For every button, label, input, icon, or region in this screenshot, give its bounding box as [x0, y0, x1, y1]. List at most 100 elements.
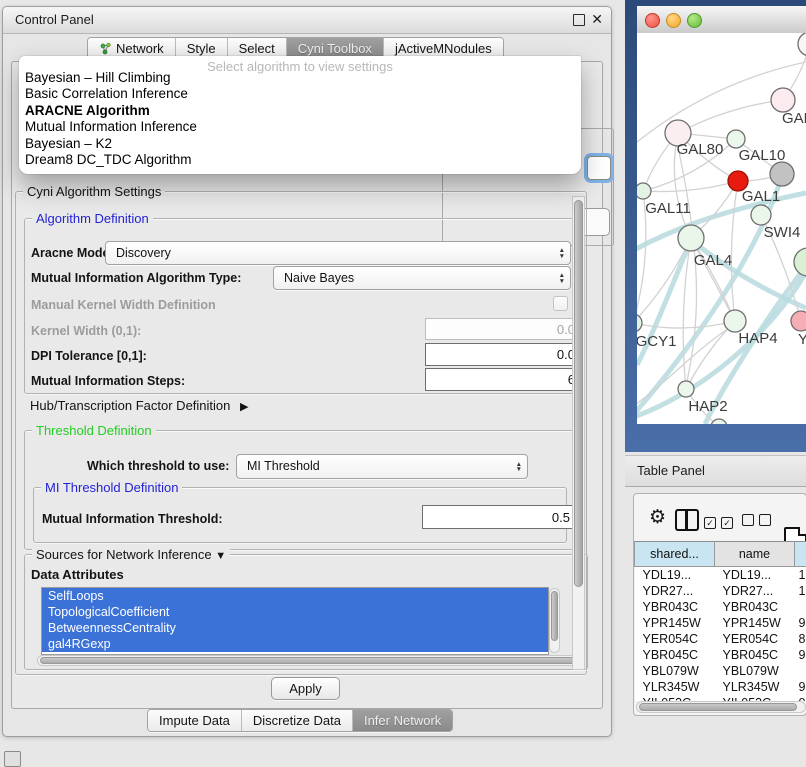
algorithm-option-bayesian-hill-climbing[interactable]: Bayesian – Hill Climbing: [25, 70, 575, 86]
network-node-gal[interactable]: [771, 88, 795, 112]
table-row[interactable]: YBR045CYBR045C9.: [635, 647, 806, 663]
aracne-mode-select[interactable]: Discovery ▲▼: [105, 241, 571, 265]
attribute-item-topologicalcoefficient[interactable]: TopologicalCoefficient: [42, 604, 548, 620]
sources-group-title[interactable]: Sources for Network Inference ▼: [32, 547, 230, 562]
algorithm-option-basic-correlation-inference[interactable]: Basic Correlation Inference: [25, 86, 575, 102]
float-window-icon[interactable]: [573, 14, 585, 26]
algorithm-option-mutual-information-inference[interactable]: Mutual Information Inference: [25, 119, 575, 135]
attribute-item-gal4rgexp[interactable]: gal4RGexp: [42, 636, 548, 652]
node-label: GAL: [782, 110, 806, 127]
network-node-hap4[interactable]: [724, 310, 746, 332]
split-columns-icon[interactable]: [675, 509, 699, 531]
table-cell: 8.: [795, 631, 806, 647]
network-edge[interactable]: [731, 181, 738, 321]
apply-button[interactable]: Apply: [271, 677, 340, 700]
network-node-gal10[interactable]: [727, 130, 745, 148]
tab-infer-network[interactable]: Infer Network: [353, 710, 452, 731]
gear-icon[interactable]: ⚙: [649, 508, 666, 528]
table-row[interactable]: YLR345WYLR345W9.: [635, 679, 806, 695]
network-window-titlebar[interactable]: [637, 6, 806, 34]
network-node[interactable]: [770, 162, 794, 186]
data-attributes-list[interactable]: SelfLoopsTopologicalCoefficientBetweenne…: [41, 587, 549, 655]
table-row[interactable]: YBL079WYBL079W: [635, 663, 806, 679]
mi-algorithm-type-label: Mutual Information Algorithm Type:: [31, 271, 241, 285]
aracne-mode-label: Aracne Mode:: [31, 246, 114, 260]
dpi-tolerance-input[interactable]: 0.0: [425, 343, 583, 366]
table-cell: YDL19...: [715, 567, 795, 584]
close-traffic-light-icon[interactable]: [645, 13, 660, 28]
network-node-y[interactable]: [791, 311, 806, 331]
table-cell: YPR145W: [715, 615, 795, 631]
sources-group: Sources for Network Inference ▼ Data Att…: [24, 554, 588, 670]
table-panel-titlebar[interactable]: Table Panel: [625, 455, 806, 487]
kernel-width-input[interactable]: 0.0: [425, 318, 583, 340]
algorithm-option-dream8-dc-tdc-algorithm[interactable]: Dream8 DC_TDC Algorithm: [25, 152, 575, 168]
checked-columns-icon[interactable]: ✓✓: [704, 513, 738, 531]
attributes-vscrollbar[interactable]: [549, 588, 560, 653]
network-node-swi4[interactable]: [751, 205, 771, 225]
network-node[interactable]: [794, 248, 806, 276]
table-cell: YBL079W: [715, 663, 795, 679]
attributes-hscrollbar[interactable]: [37, 655, 581, 666]
table-row[interactable]: YER054CYER054C8.: [635, 631, 806, 647]
mi-steps-input[interactable]: 6: [425, 368, 583, 391]
node-label: GAL4: [694, 252, 732, 269]
attribute-item-betweennesscentrality[interactable]: BetweennessCentrality: [42, 620, 548, 636]
table-cell: YER054C: [635, 631, 715, 647]
hub-tf-definition-toggle[interactable]: Hub/Transcription Factor Definition ▶: [30, 398, 248, 413]
table-row[interactable]: YPR145WYPR145W9.: [635, 615, 806, 631]
table-cell: [795, 663, 806, 679]
algorithm-option-aracne-algorithm[interactable]: ARACNE Algorithm: [25, 103, 575, 119]
attribute-item-selfloops[interactable]: SelfLoops: [42, 588, 548, 604]
which-threshold-value: MI Threshold: [247, 455, 320, 477]
table-cell: YBL079W: [635, 663, 715, 679]
algorithm-option-bayesian-k2[interactable]: Bayesian – K2: [25, 136, 575, 152]
control-panel-titlebar[interactable]: Control Panel ✕: [3, 7, 611, 34]
data-attributes-label: Data Attributes: [31, 567, 124, 582]
dpi-tolerance-label: DPI Tolerance [0,1]:: [31, 349, 147, 363]
column-header-name[interactable]: name: [715, 542, 795, 567]
table-row[interactable]: YBR043CYBR043C: [635, 599, 806, 615]
algorithm-definition-group: Algorithm Definition Aracne Mode: Discov…: [24, 218, 574, 394]
table-cell: 12: [795, 583, 806, 599]
network-edge[interactable]: [678, 100, 783, 133]
mi-threshold-definition-title: MI Threshold Definition: [41, 480, 182, 495]
tab-impute-data[interactable]: Impute Data: [148, 710, 242, 731]
network-canvas[interactable]: GALGAL80GAL10GAL1GAL11SWI4GAL4GCY1HAP4YH…: [637, 33, 806, 424]
node-label: GAL11: [645, 200, 691, 217]
mi-threshold-input[interactable]: 0.5: [422, 505, 578, 529]
table-hscrollbar[interactable]: [636, 701, 806, 713]
table-cell: YBR043C: [635, 599, 715, 615]
network-graph: GALGAL80GAL10GAL1GAL11SWI4GAL4GCY1HAP4YH…: [637, 33, 806, 424]
network-node-gal11[interactable]: [637, 183, 651, 199]
table-cell: 9.: [795, 615, 806, 631]
mi-algorithm-type-select[interactable]: Naive Bayes ▲▼: [273, 266, 571, 290]
network-node-hap2[interactable]: [678, 381, 694, 397]
table-row[interactable]: YDL19...YDL19...13: [635, 567, 806, 584]
network-node-gcy1[interactable]: [637, 314, 642, 332]
network-node-gal4[interactable]: [678, 225, 704, 251]
tab-discretize-data[interactable]: Discretize Data: [242, 710, 353, 731]
column-header-shared[interactable]: shared...: [635, 542, 715, 567]
close-icon[interactable]: ✕: [591, 11, 603, 28]
network-edge[interactable]: [637, 321, 735, 328]
table-cell: YDR27...: [635, 583, 715, 599]
minimize-traffic-light-icon[interactable]: [666, 13, 681, 28]
table-panel-body: ⚙ ✓✓ shared...nameAYDL19...YDL19...13YDR…: [625, 487, 806, 762]
manual-kernel-width-checkbox[interactable]: [553, 296, 568, 311]
which-threshold-select[interactable]: MI Threshold ▲▼: [236, 454, 528, 479]
cyni-algorithm-settings-group: Cyni Algorithm Settings Algorithm Defini…: [15, 191, 587, 675]
network-node[interactable]: [798, 33, 806, 56]
unchecked-columns-icon[interactable]: [742, 513, 776, 531]
network-node[interactable]: [711, 419, 727, 424]
node-label: GAL10: [739, 147, 786, 164]
settings-vscrollbar[interactable]: [572, 196, 585, 670]
table-row[interactable]: YDR27...YDR27...12: [635, 583, 806, 599]
hidden-focused-combo-fragment: [587, 156, 611, 180]
table-cell: 9.: [795, 679, 806, 695]
column-header-a[interactable]: A: [795, 542, 806, 567]
minimized-panel-icon[interactable]: [4, 751, 21, 767]
table-cell: 13: [795, 567, 806, 584]
kernel-width-label: Kernel Width (0,1):: [31, 324, 141, 338]
zoom-traffic-light-icon[interactable]: [687, 13, 702, 28]
